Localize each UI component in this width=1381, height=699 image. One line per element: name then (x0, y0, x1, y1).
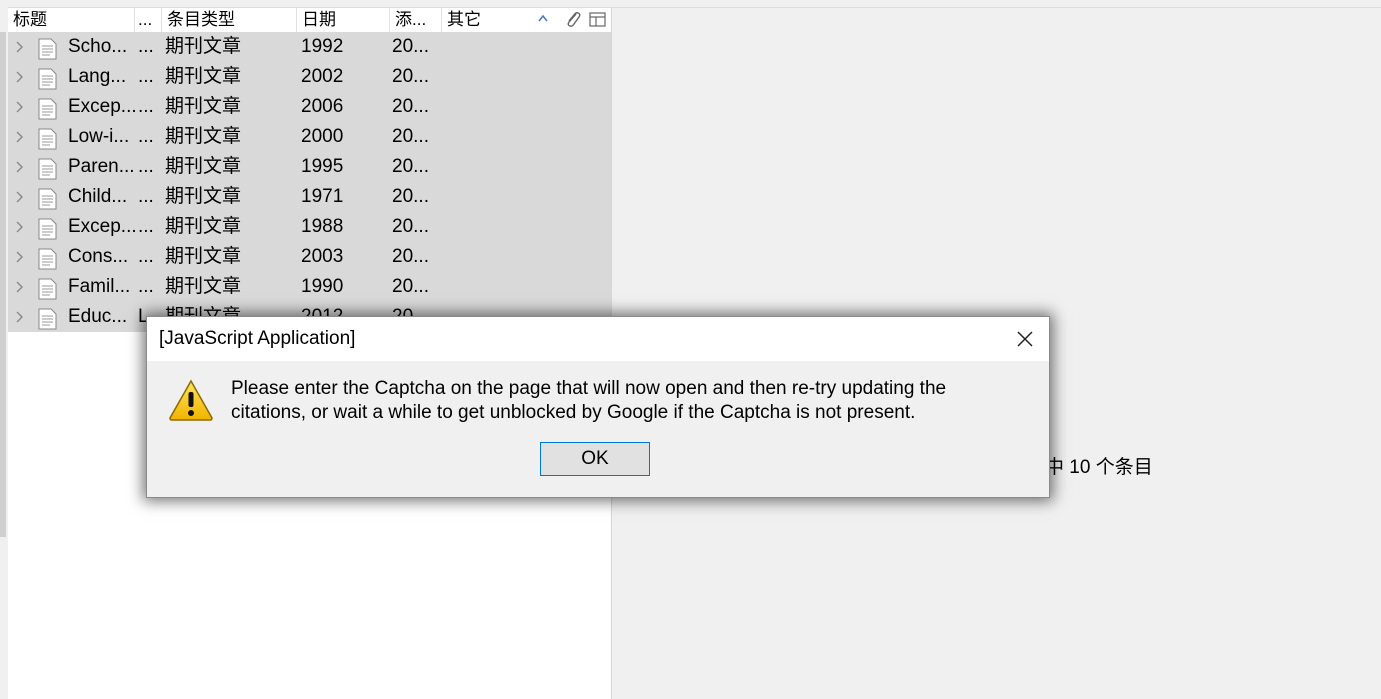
document-icon (38, 38, 57, 60)
item-rows: Scho...... 期刊文章 1992 20... Lang...... 期刊文章 200… (8, 32, 611, 332)
cell-date-added: 20... (392, 216, 429, 237)
cell-title: Famil... (68, 276, 131, 297)
table-row[interactable]: Famil...... 期刊文章 1990 20... (8, 272, 611, 302)
cell-creator: ... (138, 276, 154, 297)
cell-item-type: 期刊文章 (165, 36, 242, 57)
cell-creator: ... (138, 186, 154, 207)
dialog-title: [JavaScript Application] (159, 328, 356, 349)
collection-scrollbar[interactable] (0, 32, 6, 537)
cell-title: Excep... (68, 96, 137, 117)
expand-chevron-icon[interactable] (16, 212, 26, 242)
table-row[interactable]: Paren...... 期刊文章 1995 20... (8, 152, 611, 182)
expand-chevron-icon[interactable] (16, 182, 26, 212)
cell-date: 1971 (301, 186, 344, 207)
cell-title: Scho... (68, 36, 128, 57)
cell-item-type: 期刊文章 (165, 186, 242, 207)
table-row[interactable]: Excep...... 期刊文章 2006 20... (8, 92, 611, 122)
document-icon (38, 158, 57, 180)
ok-button[interactable]: OK (540, 442, 650, 476)
expand-chevron-icon[interactable] (16, 122, 26, 152)
cell-date-added: 20... (392, 156, 429, 177)
column-creator[interactable]: ... (135, 8, 162, 32)
expand-chevron-icon[interactable] (16, 92, 26, 122)
cell-creator: ... (138, 66, 154, 87)
table-row[interactable]: Lang...... 期刊文章 2002 20... (8, 62, 611, 92)
table-row[interactable]: Low-i...... 期刊文章 2000 20... (8, 122, 611, 152)
cell-date: 2006 (301, 96, 344, 117)
document-icon (38, 248, 57, 270)
cell-item-type: 期刊文章 (165, 66, 242, 87)
close-icon[interactable] (1015, 329, 1035, 349)
document-icon (38, 278, 57, 300)
cell-title: Paren... (68, 156, 135, 177)
table-row[interactable]: Excep...... 期刊文章 1988 20... (8, 212, 611, 242)
cell-item-type: 期刊文章 (165, 156, 242, 177)
dialog-titlebar: [JavaScript Application] (147, 317, 1049, 361)
cell-creator: ... (138, 126, 154, 147)
document-icon (38, 98, 57, 120)
dialog-message: Please enter the Captcha on the page tha… (231, 378, 947, 423)
cell-date-added: 20... (392, 126, 429, 147)
cell-creator: ... (138, 96, 154, 117)
cell-date-added: 20... (392, 66, 429, 87)
cell-title: Educ... (68, 306, 128, 327)
cell-date-added: 20... (392, 186, 429, 207)
cell-item-type: 期刊文章 (165, 126, 242, 147)
expand-chevron-icon[interactable] (16, 152, 26, 182)
attachment-column-icon[interactable] (564, 10, 582, 30)
column-title[interactable]: 标题 (8, 8, 135, 32)
cell-creator: ... (138, 246, 154, 267)
cell-date-added: 20... (392, 36, 429, 57)
cell-date-added: 20... (392, 96, 429, 117)
column-header: 标题 ... 条目类型 日期 添... 其它 (8, 8, 611, 33)
cell-item-type: 期刊文章 (165, 216, 242, 237)
expand-chevron-icon[interactable] (16, 242, 26, 272)
item-count-label: 中 10 个条目 (1045, 457, 1153, 478)
expand-chevron-icon[interactable] (16, 272, 26, 302)
cell-creator: ... (138, 36, 154, 57)
cell-date-added: 20... (392, 246, 429, 267)
document-icon (38, 308, 57, 330)
cell-date: 1990 (301, 276, 344, 297)
document-icon (38, 68, 57, 90)
expand-chevron-icon[interactable] (16, 62, 26, 92)
document-icon (38, 188, 57, 210)
column-item-type[interactable]: 条目类型 (162, 8, 297, 32)
cell-date: 1988 (301, 216, 344, 237)
column-picker-icon[interactable] (588, 11, 608, 29)
expand-chevron-icon[interactable] (16, 302, 26, 332)
cell-creator: ... (138, 156, 154, 177)
column-date[interactable]: 日期 (297, 8, 390, 32)
document-icon (38, 218, 57, 240)
cell-item-type: 期刊文章 (165, 246, 242, 267)
table-row[interactable]: Child...... 期刊文章 1971 20... (8, 182, 611, 212)
sort-ascending-icon (538, 8, 548, 32)
cell-date: 1995 (301, 156, 344, 177)
cell-date: 2002 (301, 66, 344, 87)
collection-pane-edge (0, 0, 8, 699)
alert-dialog: [JavaScript Application] Please enter th… (146, 316, 1050, 498)
column-date-added[interactable]: 添... (390, 8, 442, 32)
table-row[interactable]: Scho...... 期刊文章 1992 20... (8, 32, 611, 62)
cell-date-added: 20... (392, 276, 429, 297)
cell-title: Excep... (68, 216, 137, 237)
cell-date: 2003 (301, 246, 344, 267)
cell-date: 2000 (301, 126, 344, 147)
table-row[interactable]: Cons...... 期刊文章 2003 20... (8, 242, 611, 272)
cell-title: Child... (68, 186, 128, 207)
cell-item-type: 期刊文章 (165, 96, 242, 117)
cell-title: Lang... (68, 66, 127, 87)
cell-date: 1992 (301, 36, 344, 57)
cell-title: Cons... (68, 246, 129, 267)
document-icon (38, 128, 57, 150)
expand-chevron-icon[interactable] (16, 32, 26, 62)
cell-title: Low-i... (68, 126, 130, 147)
cell-item-type: 期刊文章 (165, 276, 242, 297)
warning-icon (168, 379, 214, 421)
cell-creator: ... (138, 216, 154, 237)
